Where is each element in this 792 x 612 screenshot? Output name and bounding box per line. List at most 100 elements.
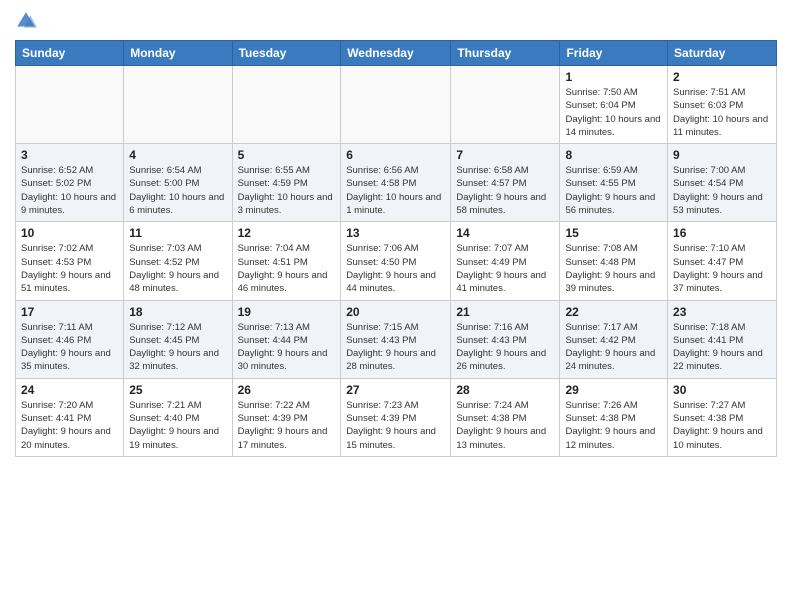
day-info: Sunrise: 7:03 AM Sunset: 4:52 PM Dayligh…	[129, 242, 226, 295]
day-info: Sunrise: 7:15 AM Sunset: 4:43 PM Dayligh…	[346, 321, 445, 374]
calendar-cell: 17Sunrise: 7:11 AM Sunset: 4:46 PM Dayli…	[16, 300, 124, 378]
day-number: 14	[456, 226, 554, 240]
day-info: Sunrise: 6:52 AM Sunset: 5:02 PM Dayligh…	[21, 164, 118, 217]
calendar-cell: 2 Sunrise: 7:51 AM Sunset: 6:03 PM Daylig…	[668, 66, 777, 144]
calendar-cell: 19 Sunrise: 7:13 AM Sunset: 4:44 PM Dayli…	[232, 300, 341, 378]
day-info: Sunrise: 7:16 AM Sunset: 4:43 PM Dayligh…	[456, 321, 554, 374]
day-number: 30	[673, 383, 771, 397]
day-info: Sunrise: 7:12 AM Sunset: 4:45 PM Dayligh…	[129, 321, 226, 374]
calendar-week-row: 17Sunrise: 7:11 AM Sunset: 4:46 PM Dayli…	[16, 300, 777, 378]
calendar-week-row: 10 Sunrise: 7:02 AM Sunset: 4:53 PM Dayli…	[16, 222, 777, 300]
day-info: Sunrise: 7:21 AM Sunset: 4:40 PM Dayligh…	[129, 399, 226, 452]
calendar-cell: 7Sunrise: 6:58 AM Sunset: 4:57 PM Daylig…	[451, 144, 560, 222]
day-info: Sunrise: 7:08 AM Sunset: 4:48 PM Dayligh…	[565, 242, 662, 295]
day-number: 15	[565, 226, 662, 240]
day-number: 25	[129, 383, 226, 397]
calendar-header-row: SundayMondayTuesdayWednesdayThursdayFrid…	[16, 41, 777, 66]
day-number: 22	[565, 305, 662, 319]
day-info: Sunrise: 7:23 AM Sunset: 4:39 PM Dayligh…	[346, 399, 445, 452]
calendar-cell: 15 Sunrise: 7:08 AM Sunset: 4:48 PM Dayli…	[560, 222, 668, 300]
day-number: 11	[129, 226, 226, 240]
calendar-cell	[232, 66, 341, 144]
calendar-cell: 29 Sunrise: 7:26 AM Sunset: 4:38 PM Dayli…	[560, 378, 668, 456]
calendar-cell: 25 Sunrise: 7:21 AM Sunset: 4:40 PM Dayli…	[124, 378, 232, 456]
page: SundayMondayTuesdayWednesdayThursdayFrid…	[0, 0, 792, 612]
calendar-cell: 12Sunrise: 7:04 AM Sunset: 4:51 PM Dayli…	[232, 222, 341, 300]
calendar-cell: 23Sunrise: 7:18 AM Sunset: 4:41 PM Dayli…	[668, 300, 777, 378]
day-number: 4	[129, 148, 226, 162]
day-info: Sunrise: 6:54 AM Sunset: 5:00 PM Dayligh…	[129, 164, 226, 217]
day-number: 8	[565, 148, 662, 162]
day-number: 3	[21, 148, 118, 162]
day-info: Sunrise: 7:07 AM Sunset: 4:49 PM Dayligh…	[456, 242, 554, 295]
day-number: 7	[456, 148, 554, 162]
day-number: 5	[238, 148, 336, 162]
calendar-cell	[341, 66, 451, 144]
calendar-cell: 26 Sunrise: 7:22 AM Sunset: 4:39 PM Dayli…	[232, 378, 341, 456]
day-info: Sunrise: 7:22 AM Sunset: 4:39 PM Dayligh…	[238, 399, 336, 452]
calendar-cell: 30 Sunrise: 7:27 AM Sunset: 4:38 PM Dayli…	[668, 378, 777, 456]
day-info: Sunrise: 7:50 AM Sunset: 6:04 PM Dayligh…	[565, 86, 662, 139]
calendar-cell	[451, 66, 560, 144]
day-info: Sunrise: 7:26 AM Sunset: 4:38 PM Dayligh…	[565, 399, 662, 452]
calendar-cell: 3 Sunrise: 6:52 AM Sunset: 5:02 PM Daylig…	[16, 144, 124, 222]
day-number: 24	[21, 383, 118, 397]
day-number: 29	[565, 383, 662, 397]
day-info: Sunrise: 7:11 AM Sunset: 4:46 PM Dayligh…	[21, 321, 118, 374]
calendar-cell: 8 Sunrise: 6:59 AM Sunset: 4:55 PM Daylig…	[560, 144, 668, 222]
calendar-cell: 14 Sunrise: 7:07 AM Sunset: 4:49 PM Dayli…	[451, 222, 560, 300]
day-info: Sunrise: 7:20 AM Sunset: 4:41 PM Dayligh…	[21, 399, 118, 452]
logo-icon	[15, 10, 37, 32]
day-number: 13	[346, 226, 445, 240]
day-info: Sunrise: 7:00 AM Sunset: 4:54 PM Dayligh…	[673, 164, 771, 217]
day-number: 28	[456, 383, 554, 397]
calendar-cell: 9Sunrise: 7:00 AM Sunset: 4:54 PM Daylig…	[668, 144, 777, 222]
day-number: 6	[346, 148, 445, 162]
day-number: 23	[673, 305, 771, 319]
weekday-header: Tuesday	[232, 41, 341, 66]
calendar-cell: 5 Sunrise: 6:55 AM Sunset: 4:59 PM Daylig…	[232, 144, 341, 222]
day-info: Sunrise: 7:17 AM Sunset: 4:42 PM Dayligh…	[565, 321, 662, 374]
day-info: Sunrise: 6:56 AM Sunset: 4:58 PM Dayligh…	[346, 164, 445, 217]
calendar-cell: 13 Sunrise: 7:06 AM Sunset: 4:50 PM Dayli…	[341, 222, 451, 300]
day-number: 16	[673, 226, 771, 240]
day-number: 2	[673, 70, 771, 84]
calendar-cell: 6 Sunrise: 6:56 AM Sunset: 4:58 PM Daylig…	[341, 144, 451, 222]
day-number: 26	[238, 383, 336, 397]
day-info: Sunrise: 7:27 AM Sunset: 4:38 PM Dayligh…	[673, 399, 771, 452]
calendar-cell: 16Sunrise: 7:10 AM Sunset: 4:47 PM Dayli…	[668, 222, 777, 300]
day-info: Sunrise: 6:55 AM Sunset: 4:59 PM Dayligh…	[238, 164, 336, 217]
calendar-week-row: 24 Sunrise: 7:20 AM Sunset: 4:41 PM Dayli…	[16, 378, 777, 456]
calendar-cell: 1 Sunrise: 7:50 AM Sunset: 6:04 PM Daylig…	[560, 66, 668, 144]
day-info: Sunrise: 6:59 AM Sunset: 4:55 PM Dayligh…	[565, 164, 662, 217]
calendar-cell: 27Sunrise: 7:23 AM Sunset: 4:39 PM Dayli…	[341, 378, 451, 456]
logo	[15, 10, 39, 32]
day-number: 20	[346, 305, 445, 319]
day-info: Sunrise: 7:06 AM Sunset: 4:50 PM Dayligh…	[346, 242, 445, 295]
day-number: 19	[238, 305, 336, 319]
day-info: Sunrise: 7:13 AM Sunset: 4:44 PM Dayligh…	[238, 321, 336, 374]
calendar-cell	[16, 66, 124, 144]
day-number: 1	[565, 70, 662, 84]
day-info: Sunrise: 7:02 AM Sunset: 4:53 PM Dayligh…	[21, 242, 118, 295]
day-info: Sunrise: 7:24 AM Sunset: 4:38 PM Dayligh…	[456, 399, 554, 452]
weekday-header: Sunday	[16, 41, 124, 66]
calendar-week-row: 3 Sunrise: 6:52 AM Sunset: 5:02 PM Daylig…	[16, 144, 777, 222]
calendar-cell: 28 Sunrise: 7:24 AM Sunset: 4:38 PM Dayli…	[451, 378, 560, 456]
calendar-week-row: 1 Sunrise: 7:50 AM Sunset: 6:04 PM Daylig…	[16, 66, 777, 144]
weekday-header: Friday	[560, 41, 668, 66]
day-number: 18	[129, 305, 226, 319]
weekday-header: Monday	[124, 41, 232, 66]
calendar-cell: 22 Sunrise: 7:17 AM Sunset: 4:42 PM Dayli…	[560, 300, 668, 378]
calendar-cell: 11 Sunrise: 7:03 AM Sunset: 4:52 PM Dayli…	[124, 222, 232, 300]
calendar-cell: 10 Sunrise: 7:02 AM Sunset: 4:53 PM Dayli…	[16, 222, 124, 300]
weekday-header: Wednesday	[341, 41, 451, 66]
day-number: 10	[21, 226, 118, 240]
weekday-header: Thursday	[451, 41, 560, 66]
day-info: Sunrise: 7:04 AM Sunset: 4:51 PM Dayligh…	[238, 242, 336, 295]
calendar-cell: 24 Sunrise: 7:20 AM Sunset: 4:41 PM Dayli…	[16, 378, 124, 456]
day-info: Sunrise: 7:51 AM Sunset: 6:03 PM Dayligh…	[673, 86, 771, 139]
calendar-cell: 18 Sunrise: 7:12 AM Sunset: 4:45 PM Dayli…	[124, 300, 232, 378]
calendar-cell: 20 Sunrise: 7:15 AM Sunset: 4:43 PM Dayli…	[341, 300, 451, 378]
header	[15, 10, 777, 32]
